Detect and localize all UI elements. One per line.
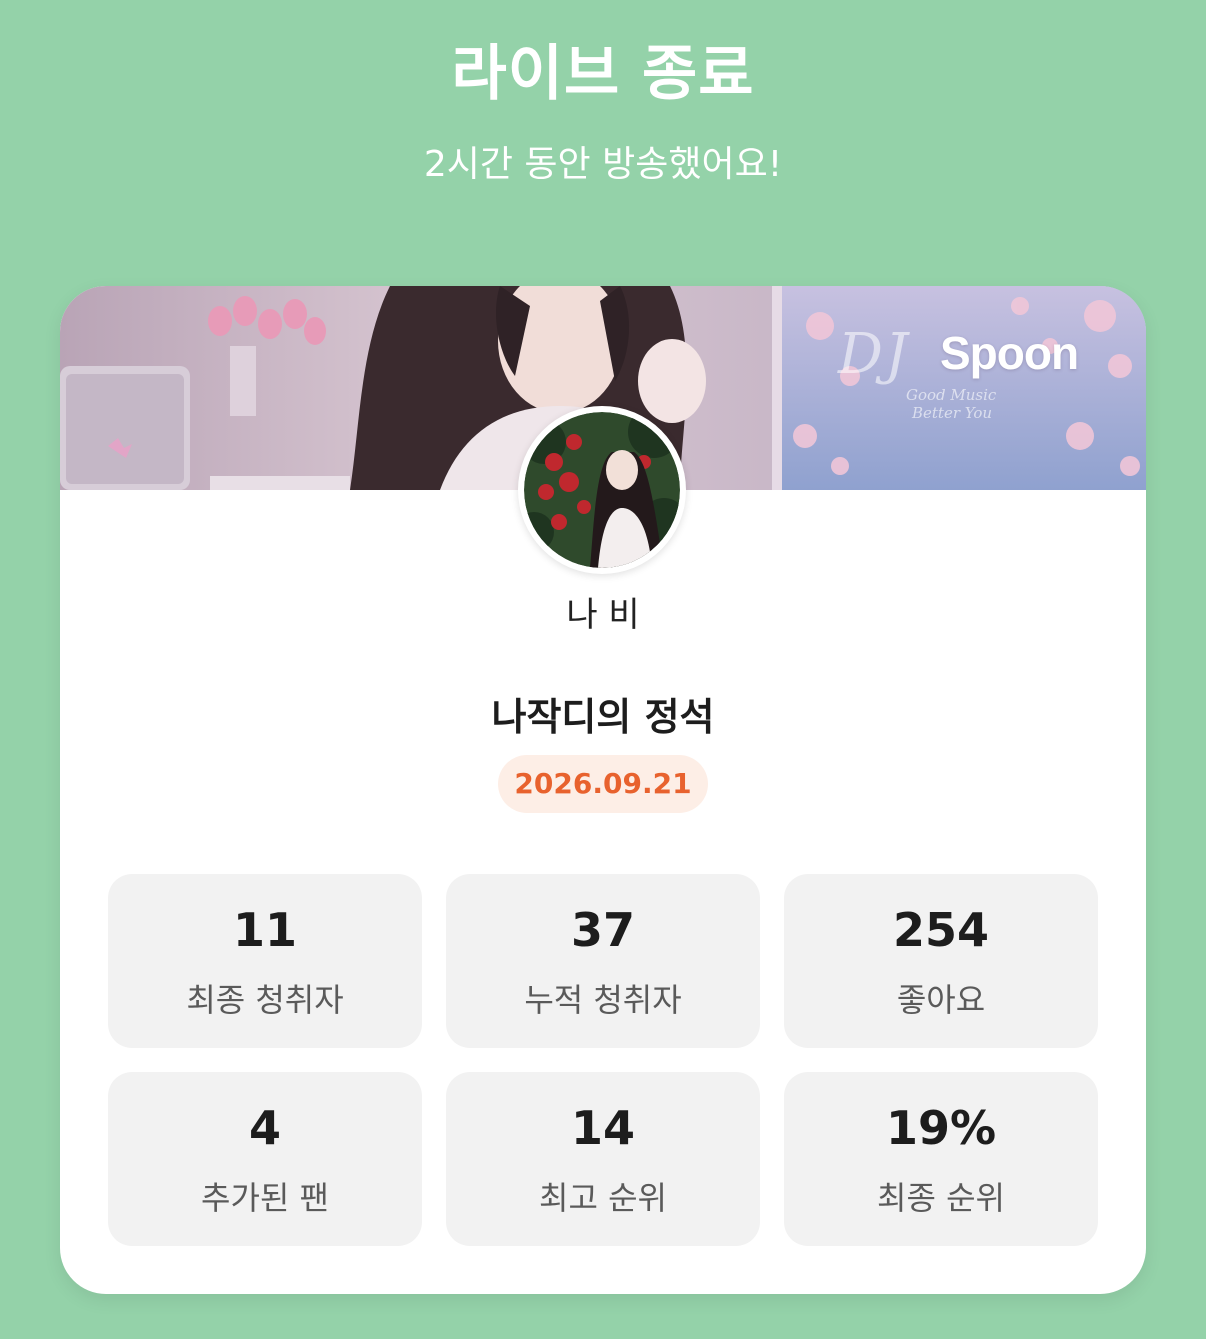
stat-value: 254	[892, 903, 990, 957]
dj-nickname: 나 비	[566, 595, 640, 635]
stat-label: 추가된 팬	[201, 1179, 329, 1217]
live-title: 나작디의 정석	[491, 695, 715, 739]
stat-total-listeners: 37 누적 청취자	[446, 874, 760, 1048]
spoon-logo: Spoon	[940, 327, 1079, 379]
stat-label: 최종 순위	[877, 1179, 1005, 1217]
stat-best-rank: 14 최고 순위	[446, 1072, 760, 1246]
stat-new-fans: 4 추가된 팬	[108, 1072, 422, 1246]
stat-value: 4	[248, 1101, 281, 1155]
live-summary-card: DJ Good Music Better You Spoon 나 비 나작디의 …	[60, 286, 1146, 1294]
broadcast-duration-text: 2시간 동안 방송했어요!	[423, 144, 783, 185]
stat-label: 좋아요	[896, 981, 986, 1019]
stat-value: 11	[232, 903, 297, 957]
banner-tagline: Good Music	[906, 386, 997, 404]
avatar-image	[524, 412, 680, 568]
banner-tagline: Better You	[912, 404, 993, 422]
stat-final-listeners: 11 최종 청취자	[108, 874, 422, 1048]
stat-value: 19%	[885, 1101, 997, 1155]
page-title: 라이브 종료	[451, 39, 755, 109]
banner-dj-text: DJ	[838, 322, 910, 387]
stat-label: 누적 청취자	[524, 981, 682, 1019]
live-date-badge: 2026.09.21	[498, 755, 708, 813]
stat-label: 최종 청취자	[186, 981, 344, 1019]
stat-value: 37	[570, 903, 635, 957]
stat-final-rank: 19% 최종 순위	[784, 1072, 1098, 1246]
stat-value: 14	[570, 1101, 635, 1155]
stats-grid: 11 최종 청취자 37 누적 청취자 254 좋아요 4 추가된 팬 14 최…	[108, 874, 1098, 1246]
stat-likes: 254 좋아요	[784, 874, 1098, 1048]
avatar[interactable]	[518, 406, 686, 574]
stat-label: 최고 순위	[539, 1179, 667, 1217]
